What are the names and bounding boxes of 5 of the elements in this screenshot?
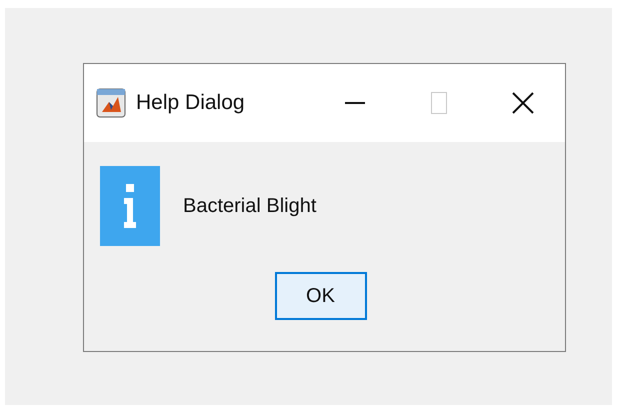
window-title: Help Dialog	[136, 90, 246, 116]
ok-button[interactable]: OK	[274, 272, 366, 320]
app-logo-icon	[96, 88, 126, 118]
info-icon	[100, 166, 160, 246]
message-text: Bacterial Blight	[183, 194, 316, 219]
